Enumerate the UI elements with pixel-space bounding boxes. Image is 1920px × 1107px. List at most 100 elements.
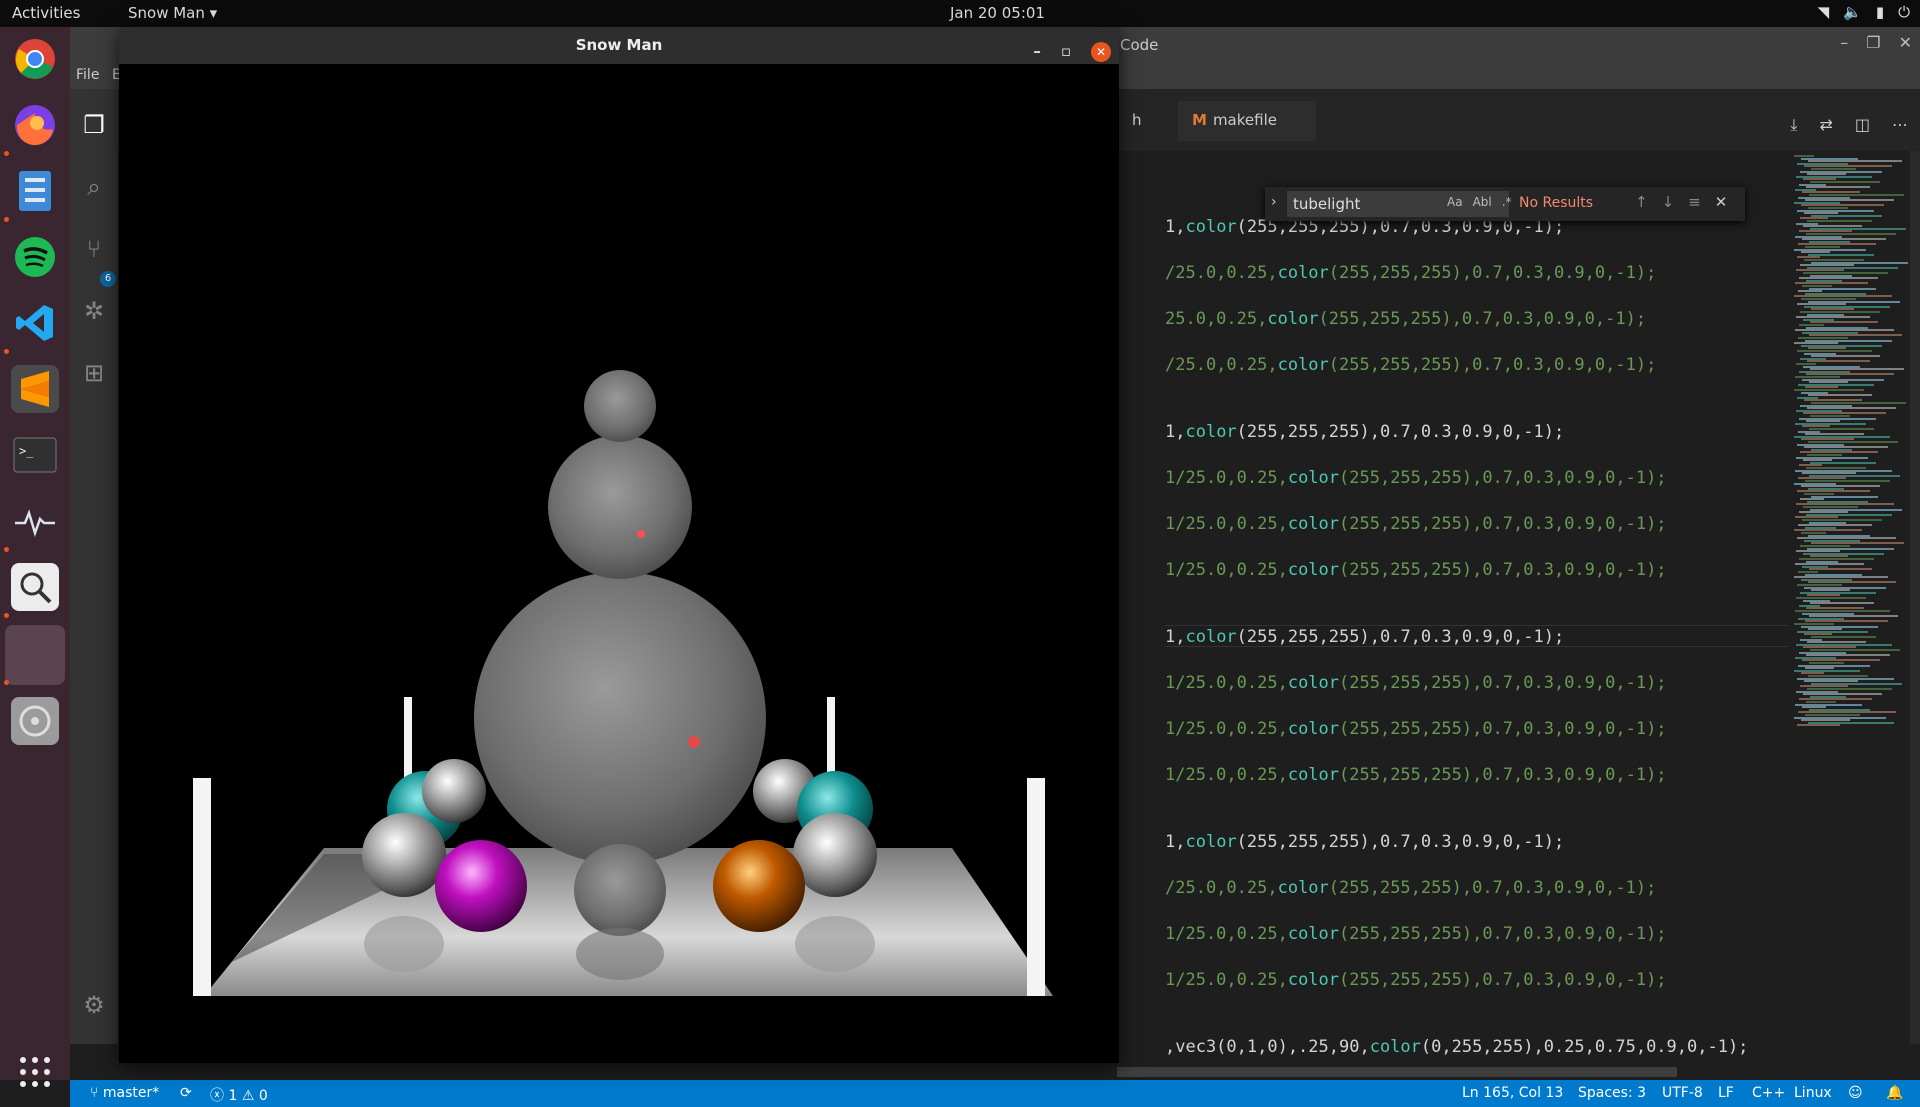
code-token: ,0.7,0.3,0.9,0,-1); [1472,924,1667,944]
active-window-icon[interactable] [5,625,65,685]
code-token: ,0.7,0.3,0.9,0,-1); [1461,263,1657,283]
regex-toggle[interactable]: .* [1502,195,1512,209]
open-changes-icon[interactable]: ⤓ [1790,115,1797,135]
clock[interactable]: Jan 20 05:01 [950,4,1045,22]
close-find-icon[interactable]: ✕ [1715,193,1728,211]
code-line[interactable]: 1/25.0,0.25,color(255,255,255),0.7,0.3,0… [1165,924,1667,944]
split-editor-icon[interactable]: ◫ [1855,115,1870,135]
code-token: ,0.7,0.3,0.9,0,-1); [1472,468,1667,488]
system-monitor-icon[interactable] [11,497,59,545]
code-line[interactable]: 1,color(255,255,255),0.7,0.3,0.9,0,-1); [1165,422,1564,442]
chrome-icon[interactable] [11,35,59,83]
code-line[interactable]: 25.0,0.25,color(255,255,255),0.7,0.3,0.9… [1165,309,1646,329]
match-case-toggle[interactable]: Aa [1447,195,1463,209]
whole-word-toggle[interactable]: Abl [1473,195,1492,209]
code-token: /25.0,0.25, [1165,355,1278,375]
render-canvas[interactable] [119,64,1119,1063]
terminal-icon[interactable]: >_ [11,431,59,479]
indentation[interactable]: Spaces: 3 [1578,1085,1646,1101]
arrow-down-icon[interactable]: ↓ [1662,193,1675,211]
code-token: ,0.7,0.3,0.9,0,-1); [1472,970,1667,990]
power-icon[interactable]: ⏻ [1898,3,1910,21]
code-token: 1/25.0,0.25, [1165,560,1288,580]
tab-makefile[interactable]: Mmakefile [1178,101,1316,141]
code-function-token: color [1287,970,1340,990]
svg-text:>_: >_ [19,444,34,458]
app-menu[interactable]: Snow Man ▾ [128,4,217,22]
code-line[interactable]: /25.0,0.25,color(255,255,255),0.7,0.3,0.… [1165,355,1656,375]
snowman-window: Snow Man – ▫ ✕ [119,27,1119,1063]
code-line[interactable]: 1/25.0,0.25,color(255,255,255),0.7,0.3,0… [1165,765,1667,785]
vscode-icon[interactable] [11,299,59,347]
code-line[interactable]: ,vec3(0,1,0),.25,90,color(0,255,255),0.2… [1165,1037,1748,1057]
more-actions-icon[interactable]: ⋯ [1892,115,1908,135]
extensions-icon[interactable]: ⊞ [78,357,110,389]
code-line[interactable]: 1/25.0,0.25,color(255,255,255),0.7,0.3,0… [1165,673,1667,693]
feedback-icon[interactable]: ☺ [1848,1085,1863,1101]
spotify-icon[interactable] [11,233,59,281]
minimap-line [1797,724,1840,727]
disk-icon[interactable] [11,697,59,745]
code-token: (0,255,255) [1420,1037,1534,1057]
explorer-icon[interactable]: ❐ [78,109,110,141]
source-control-icon[interactable]: ⑂ [78,233,110,265]
horizontal-scrollbar[interactable] [1117,1067,1677,1077]
wifi-icon[interactable]: ◥ [1818,3,1830,21]
code-line[interactable]: 1/25.0,0.25,color(255,255,255),0.7,0.3,0… [1165,514,1667,534]
code-line[interactable]: /25.0,0.25,color(255,255,255),0.7,0.3,0.… [1165,878,1656,898]
notifications-icon[interactable]: 🔔 [1886,1085,1903,1101]
cursor-position[interactable]: Ln 165, Col 13 [1462,1085,1563,1101]
apps-grid-icon[interactable] [20,1057,50,1087]
volume-icon[interactable]: 🔈 [1843,3,1862,21]
menu-file[interactable]: File [76,67,99,83]
code-token: /25.0,0.25, [1165,263,1278,283]
code-line[interactable]: 1/25.0,0.25,color(255,255,255),0.7,0.3,0… [1165,970,1667,990]
problems-indicator[interactable]: ⓧ 1 ⚠ 0 [210,1085,268,1105]
tab-h[interactable]: h [1118,101,1156,141]
code-token: (255,255,255) [1339,673,1473,693]
firefox-icon[interactable] [11,101,59,149]
search-icon[interactable]: ⌕ [78,171,110,203]
code-function-token: color [1369,1037,1421,1057]
snowman-middle-sphere [548,435,692,579]
sublime-icon[interactable] [11,365,59,413]
encoding[interactable]: UTF-8 [1662,1085,1703,1101]
search-tool-icon[interactable] [11,563,59,611]
close-icon[interactable]: ✕ [1091,41,1111,62]
minimap[interactable] [1788,151,1908,1044]
specular-highlight [637,530,645,538]
find-in-selection-icon[interactable]: ≡ [1688,193,1701,211]
activities-button[interactable]: Activities [12,4,80,22]
code-line[interactable]: 1,color(255,255,255),0.7,0.3,0.9,0,-1); [1165,832,1564,852]
line-ending[interactable]: LF [1718,1085,1734,1101]
close-icon[interactable]: ✕ [1899,33,1912,52]
code-token: 1/25.0,0.25, [1165,673,1288,693]
battery-icon[interactable]: ▮ [1876,3,1884,21]
settings-gear-icon[interactable]: ⚙ [78,989,110,1021]
files-icon[interactable] [11,167,59,215]
system-tray[interactable]: ◥ 🔈 ▮ ⏻ [1818,3,1910,21]
debug-icon[interactable]: ✲ [78,295,110,327]
code-line[interactable]: /25.0,0.25,color(255,255,255),0.7,0.3,0.… [1165,263,1656,283]
warning-count: 0 [258,1088,268,1104]
code-function-token: color [1185,422,1237,442]
sync-icon[interactable]: ⟳ [180,1085,192,1101]
status-bar: ⑂ master* ⟳ ⓧ 1 ⚠ 0 Ln 165, Col 13 Space… [70,1080,1920,1107]
vertical-scrollbar[interactable] [1910,151,1920,1044]
dock: >_ [0,27,70,1087]
code-line[interactable]: 1/25.0,0.25,color(255,255,255),0.7,0.3,0… [1165,560,1667,580]
compare-icon[interactable]: ⇄ [1819,115,1832,135]
source-control-badge: 6 [100,271,116,287]
code-line[interactable]: 1/25.0,0.25,color(255,255,255),0.7,0.3,0… [1165,468,1667,488]
arrow-up-icon[interactable]: ↑ [1635,193,1648,211]
silver-sphere [793,813,877,897]
restore-icon[interactable]: ❐ [1866,33,1880,52]
code-line[interactable]: 1/25.0,0.25,color(255,255,255),0.7,0.3,0… [1165,719,1667,739]
snowman-titlebar[interactable]: Snow Man – ▫ ✕ [119,27,1119,64]
snowman-head-sphere [584,370,656,442]
minimize-icon[interactable]: – [1840,33,1848,52]
platform[interactable]: Linux [1794,1085,1832,1101]
branch-indicator[interactable]: ⑂ master* [90,1085,159,1101]
chevron-right-icon[interactable]: › [1271,194,1277,210]
language-mode[interactable]: C++ [1752,1085,1785,1101]
